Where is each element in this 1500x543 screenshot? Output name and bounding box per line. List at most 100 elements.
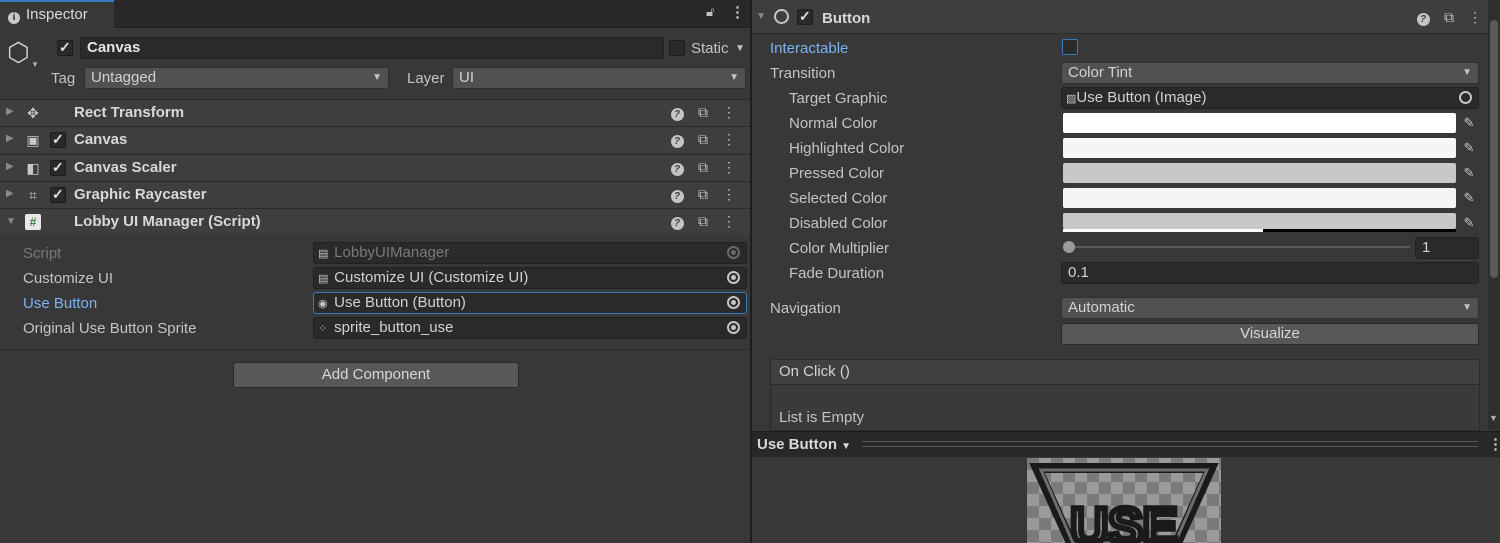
layer-label: Layer <box>407 70 445 87</box>
object-picker-icon[interactable] <box>727 296 740 309</box>
image-icon: ▨ <box>1066 93 1077 105</box>
collapse-arrow-icon[interactable]: ▼ <box>6 216 16 227</box>
kebab-menu-icon[interactable]: ⋮ <box>716 131 742 148</box>
chevron-down-icon: ▼ <box>1462 67 1472 78</box>
interactable-checkbox[interactable] <box>1062 39 1078 55</box>
gameobject-active-checkbox[interactable] <box>57 39 73 56</box>
help-icon[interactable]: ? <box>664 131 690 148</box>
interactable-label: Interactable <box>770 40 849 57</box>
component-header-graphic-raycaster[interactable]: ▶ ⌗ Graphic Raycaster ?⧉⋮ <box>0 181 750 208</box>
target-graphic-label: Target Graphic <box>789 90 888 107</box>
tag-dropdown[interactable]: Untagged ▼ <box>84 67 389 89</box>
icon-dropdown-caret-icon[interactable]: ▼ <box>31 60 39 69</box>
static-label: Static <box>691 40 729 57</box>
component-header-lobby-ui-manager[interactable]: ▼ # Lobby UI Manager (Script) ? ⧉ ⋮ <box>0 208 750 235</box>
disabled-color-label: Disabled Color <box>789 215 888 232</box>
disabled-color-swatch[interactable] <box>1063 213 1456 229</box>
alpha-bar <box>1063 229 1456 232</box>
component-enabled-checkbox[interactable] <box>797 8 813 25</box>
navigation-dropdown[interactable]: Automatic ▼ <box>1061 297 1479 319</box>
button-component-icon: ◉ <box>318 298 328 310</box>
sprite-icon: ⁘ <box>318 323 328 335</box>
chevron-down-icon: ▼ <box>841 441 852 452</box>
script-file-icon: ▤ <box>318 248 329 260</box>
kebab-menu-icon[interactable]: ⋮ <box>1462 9 1488 26</box>
expand-arrow-icon[interactable]: ▶ <box>6 133 14 144</box>
eyedropper-icon[interactable]: ✎ <box>1461 215 1477 231</box>
preview-bar: Use Button ▼ ⋮ <box>752 431 1500 457</box>
scrollbar-thumb[interactable] <box>1490 20 1498 278</box>
presets-icon[interactable]: ⧉ <box>690 213 716 230</box>
static-checkbox[interactable] <box>669 40 685 56</box>
pressed-color-swatch[interactable] <box>1063 163 1456 183</box>
button-component-title: Button <box>822 10 871 27</box>
canvas-icon: ▣ <box>26 132 40 148</box>
presets-icon[interactable]: ⧉ <box>690 131 716 148</box>
rect-transform-icon: ✥ <box>27 105 39 121</box>
transition-dropdown[interactable]: Color Tint ▼ <box>1061 62 1479 84</box>
fade-duration-field[interactable]: 0.1 <box>1061 262 1479 284</box>
layer-dropdown[interactable]: UI ▼ <box>452 67 746 89</box>
eyedropper-icon[interactable]: ✎ <box>1461 115 1477 131</box>
normal-color-label: Normal Color <box>789 115 878 132</box>
lock-icon[interactable]: 🔓︎ <box>706 4 714 20</box>
kebab-menu-icon[interactable]: ⋮ <box>1488 435 1500 453</box>
component-enabled-checkbox[interactable] <box>50 131 66 148</box>
object-picker-icon[interactable] <box>727 321 740 334</box>
component-header-canvas[interactable]: ▶ ▣ Canvas ?⧉⋮ <box>0 126 750 153</box>
color-multiplier-label: Color Multiplier <box>789 240 890 257</box>
add-component-button[interactable]: Add Component <box>233 362 519 388</box>
help-icon[interactable]: ? <box>664 104 690 121</box>
presets-icon[interactable]: ⧉ <box>1436 9 1462 26</box>
eyedropper-icon[interactable]: ✎ <box>1461 165 1477 181</box>
color-multiplier-slider-track[interactable] <box>1068 246 1410 248</box>
expand-arrow-icon[interactable]: ▶ <box>6 161 14 172</box>
preview-drag-handle[interactable] <box>862 441 1478 447</box>
component-enabled-checkbox[interactable] <box>50 186 66 203</box>
selected-color-swatch[interactable] <box>1063 188 1456 208</box>
button-component-header[interactable]: ▼ Button ?⧉⋮ <box>752 0 1500 34</box>
info-icon: i <box>8 12 20 24</box>
color-multiplier-slider-knob[interactable] <box>1063 241 1075 253</box>
chevron-down-icon: ▼ <box>372 72 382 83</box>
highlighted-color-swatch[interactable] <box>1063 138 1456 158</box>
collapse-arrow-icon[interactable]: ▼ <box>756 11 766 22</box>
component-header-rect-transform[interactable]: ▶ ✥ Rect Transform ? ⧉ ⋮ <box>0 99 750 126</box>
kebab-menu-icon[interactable]: ⋮ <box>730 3 745 21</box>
script-file-icon: ▤ <box>318 273 329 285</box>
component-enabled-checkbox[interactable] <box>50 159 66 176</box>
normal-color-swatch[interactable] <box>1063 113 1456 133</box>
original-use-button-sprite-field[interactable]: ⁘ sprite_button_use <box>313 317 747 339</box>
kebab-menu-icon[interactable]: ⋮ <box>716 104 742 121</box>
expand-arrow-icon[interactable]: ▶ <box>6 106 14 117</box>
component-header-canvas-scaler[interactable]: ▶ ◧ Canvas Scaler ?⧉⋮ <box>0 154 750 181</box>
use-button-field[interactable]: ◉ Use Button (Button) <box>313 292 747 314</box>
presets-icon[interactable]: ⧉ <box>690 186 716 203</box>
kebab-menu-icon[interactable]: ⋮ <box>716 159 742 176</box>
use-button-sprite-graphic: USE <box>1029 463 1219 543</box>
static-dropdown-caret-icon[interactable]: ▼ <box>735 43 745 54</box>
gameobject-name-field[interactable]: Canvas <box>80 37 664 59</box>
inspector-tab[interactable]: i Inspector <box>0 0 114 28</box>
eyedropper-icon[interactable]: ✎ <box>1461 140 1477 156</box>
scroll-down-arrow-icon[interactable]: ▼ <box>1489 413 1498 423</box>
help-icon[interactable]: ? <box>664 186 690 203</box>
expand-arrow-icon[interactable]: ▶ <box>6 188 14 199</box>
kebab-menu-icon[interactable]: ⋮ <box>716 186 742 203</box>
target-graphic-field[interactable]: ▨Use Button (Image) <box>1061 87 1479 109</box>
chevron-down-icon: ▼ <box>729 72 739 83</box>
preview-title-dropdown[interactable]: Use Button ▼ <box>757 436 851 453</box>
sprite-preview-image: USE <box>1027 458 1221 543</box>
presets-icon[interactable]: ⧉ <box>690 104 716 121</box>
eyedropper-icon[interactable]: ✎ <box>1461 190 1477 206</box>
object-picker-icon[interactable] <box>727 271 740 284</box>
color-multiplier-field[interactable]: 1 <box>1415 237 1479 259</box>
help-icon[interactable]: ? <box>664 213 690 230</box>
visualize-button[interactable]: Visualize <box>1061 323 1479 345</box>
help-icon[interactable]: ? <box>1410 9 1436 26</box>
help-icon[interactable]: ? <box>664 159 690 176</box>
presets-icon[interactable]: ⧉ <box>690 159 716 176</box>
customize-ui-field[interactable]: ▤ Customize UI (Customize UI) <box>313 267 747 289</box>
object-picker-icon[interactable] <box>1459 91 1472 104</box>
kebab-menu-icon[interactable]: ⋮ <box>716 213 742 230</box>
